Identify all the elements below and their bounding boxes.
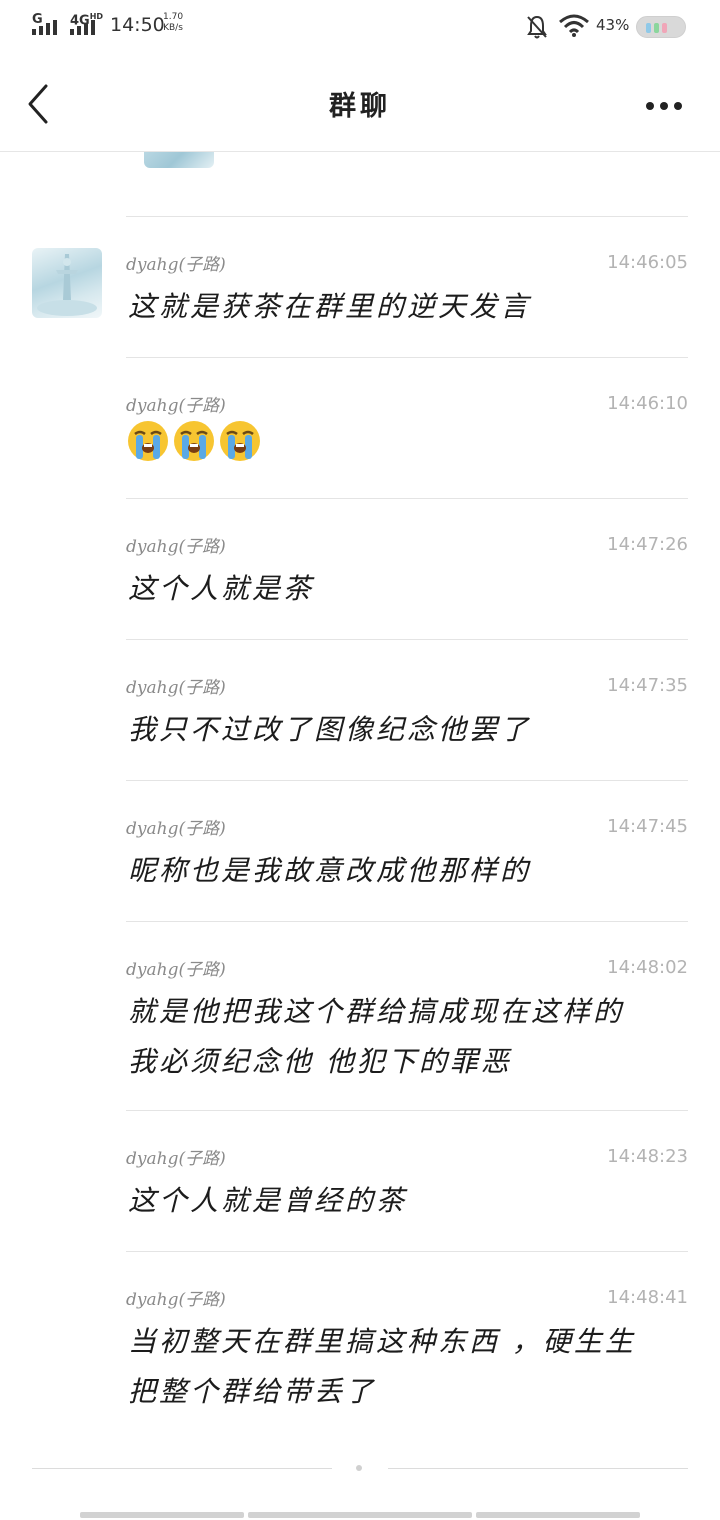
loudly-crying-face-emoji: [128, 421, 168, 461]
sender-name: dyahg(子路): [126, 1290, 226, 1310]
message-time: 14:46:05: [607, 252, 688, 273]
app-header: 群聊: [0, 56, 720, 152]
sender-name: dyahg(子路): [126, 396, 226, 416]
message-text-line: 当初整天在群里搞这种东西 ，硬生生: [128, 1325, 636, 1358]
message-text-line: 我必须纪念他 他犯下的罪恶: [128, 1045, 512, 1078]
status-bar: G 4GHD 14:50 1.70 KB/s 43%: [0, 0, 720, 56]
message-text-line: 把整个群给带丢了: [128, 1375, 377, 1408]
loudly-crying-face-emoji: [220, 421, 260, 461]
message-text: 就是他把我这个群给搞成现在这样的 我必须纪念他 他犯下的罪恶: [128, 987, 688, 1087]
page-title: 群聊: [329, 91, 391, 122]
message-text: 这个人就是茶: [128, 572, 315, 605]
message-time: 14:47:45: [607, 816, 688, 837]
chat-message-list[interactable]: dyahg(子路) 14:46:05 这就是获茶在群里的逆天发言 dyahg(子…: [0, 152, 720, 1472]
message-text: 这就是获茶在群里的逆天发言: [128, 290, 532, 323]
divider: [126, 357, 688, 358]
message-time: 14:47:35: [607, 675, 688, 696]
divider: [126, 498, 688, 499]
divider: [126, 1110, 688, 1111]
battery-icon: [636, 16, 686, 38]
sender-name: dyahg(子路): [126, 819, 226, 839]
clock: 14:50: [110, 14, 165, 36]
sender-name: dyahg(子路): [126, 1149, 226, 1169]
signal-icon: [32, 20, 57, 35]
network-speed: 1.70 KB/s: [163, 12, 184, 33]
sender-name: dyahg(子路): [126, 960, 226, 980]
divider: [126, 1251, 688, 1252]
signal-icon: [70, 20, 95, 35]
navigation-gesture-bar[interactable]: [248, 1512, 472, 1518]
message-text-line: 就是他把我这个群给搞成现在这样的: [128, 995, 625, 1028]
sender-name: dyahg(子路): [126, 678, 226, 698]
sender-name: dyahg(子路): [126, 537, 226, 557]
divider: [126, 216, 688, 217]
navigation-gesture-bar[interactable]: [80, 1512, 244, 1518]
more-options-button[interactable]: [636, 88, 692, 122]
message-text: 昵称也是我故意改成他那样的: [128, 854, 532, 887]
end-divider: [32, 1468, 332, 1469]
end-marker-dot: [356, 1465, 362, 1471]
divider: [126, 639, 688, 640]
emoji-row: [126, 419, 262, 463]
message-text: 这个人就是曾经的茶: [128, 1184, 408, 1217]
message-time: 14:48:02: [607, 957, 688, 978]
message-text: 我只不过改了图像纪念他罢了: [128, 713, 532, 746]
battery-percent: 43%: [596, 16, 630, 34]
divider: [126, 780, 688, 781]
message-time: 14:46:10: [607, 393, 688, 414]
navigation-gesture-bar[interactable]: [476, 1512, 640, 1518]
mute-bell-icon: [527, 15, 547, 39]
message-time: 14:48:41: [607, 1287, 688, 1308]
avatar: [144, 152, 214, 168]
loudly-crying-face-emoji: [174, 421, 214, 461]
end-divider: [388, 1468, 688, 1469]
message-text: 当初整天在群里搞这种东西 ，硬生生 把整个群给带丢了: [128, 1317, 688, 1417]
divider: [126, 921, 688, 922]
avatar-image: [37, 254, 97, 316]
avatar[interactable]: [32, 248, 102, 318]
message-time: 14:48:23: [607, 1146, 688, 1167]
wifi-icon: [559, 14, 589, 37]
message-time: 14:47:26: [607, 534, 688, 555]
sender-name: dyahg(子路): [126, 255, 226, 275]
